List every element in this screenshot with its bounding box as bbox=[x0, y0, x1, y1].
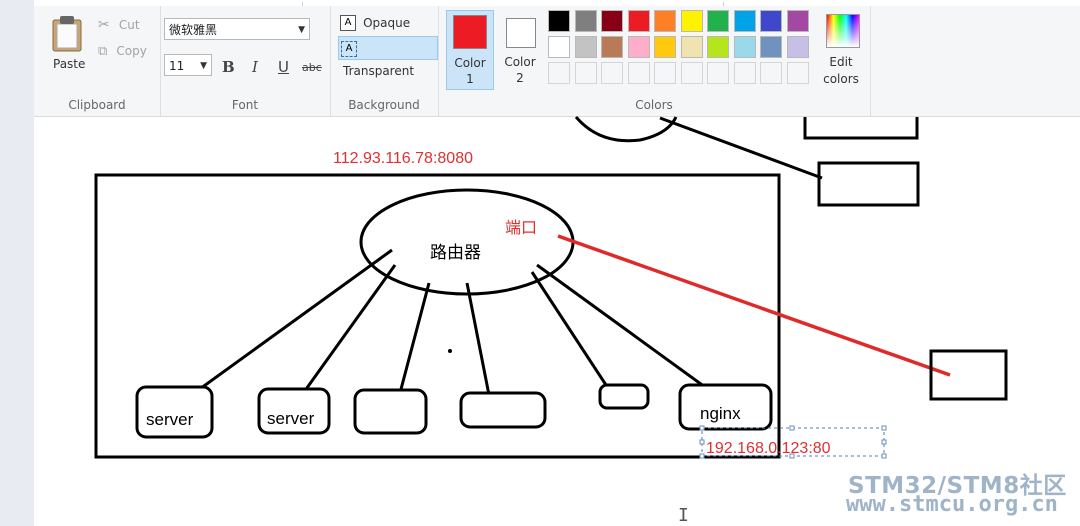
nginx-address-label: 192.168.0.123:80 bbox=[706, 440, 831, 457]
server-label-1: server bbox=[146, 410, 194, 429]
connector-line bbox=[659, 116, 823, 180]
external-client-box bbox=[929, 349, 1008, 401]
watermark-line2: www.stmcu.org.cn bbox=[846, 492, 1058, 517]
network-diagram: 112.93.116.78:8080 路由器 端口 server server … bbox=[94, 116, 1008, 459]
nginx-label: nginx bbox=[700, 404, 741, 423]
router-label: 路由器 bbox=[430, 243, 481, 263]
device-box-5 bbox=[598, 383, 650, 410]
router-link-2 bbox=[302, 264, 397, 393]
text-cursor-icon: I bbox=[678, 505, 689, 526]
port-label: 端口 bbox=[505, 218, 537, 237]
router-ellipse bbox=[359, 188, 575, 296]
router-link-3 bbox=[398, 282, 431, 394]
external-box-top bbox=[817, 161, 920, 207]
offscreen-ellipse bbox=[574, 116, 678, 143]
port-forward-line bbox=[557, 234, 951, 377]
router-link-4 bbox=[465, 282, 491, 396]
public-address-label: 112.93.116.78:8080 bbox=[333, 150, 473, 167]
offscreen-box bbox=[803, 117, 919, 140]
dot-mark bbox=[448, 349, 452, 353]
device-box-3 bbox=[353, 388, 428, 435]
server-label-2: server bbox=[267, 409, 315, 428]
router-link-1 bbox=[196, 248, 393, 393]
router-link-6 bbox=[536, 263, 706, 389]
device-box-4 bbox=[459, 391, 547, 429]
